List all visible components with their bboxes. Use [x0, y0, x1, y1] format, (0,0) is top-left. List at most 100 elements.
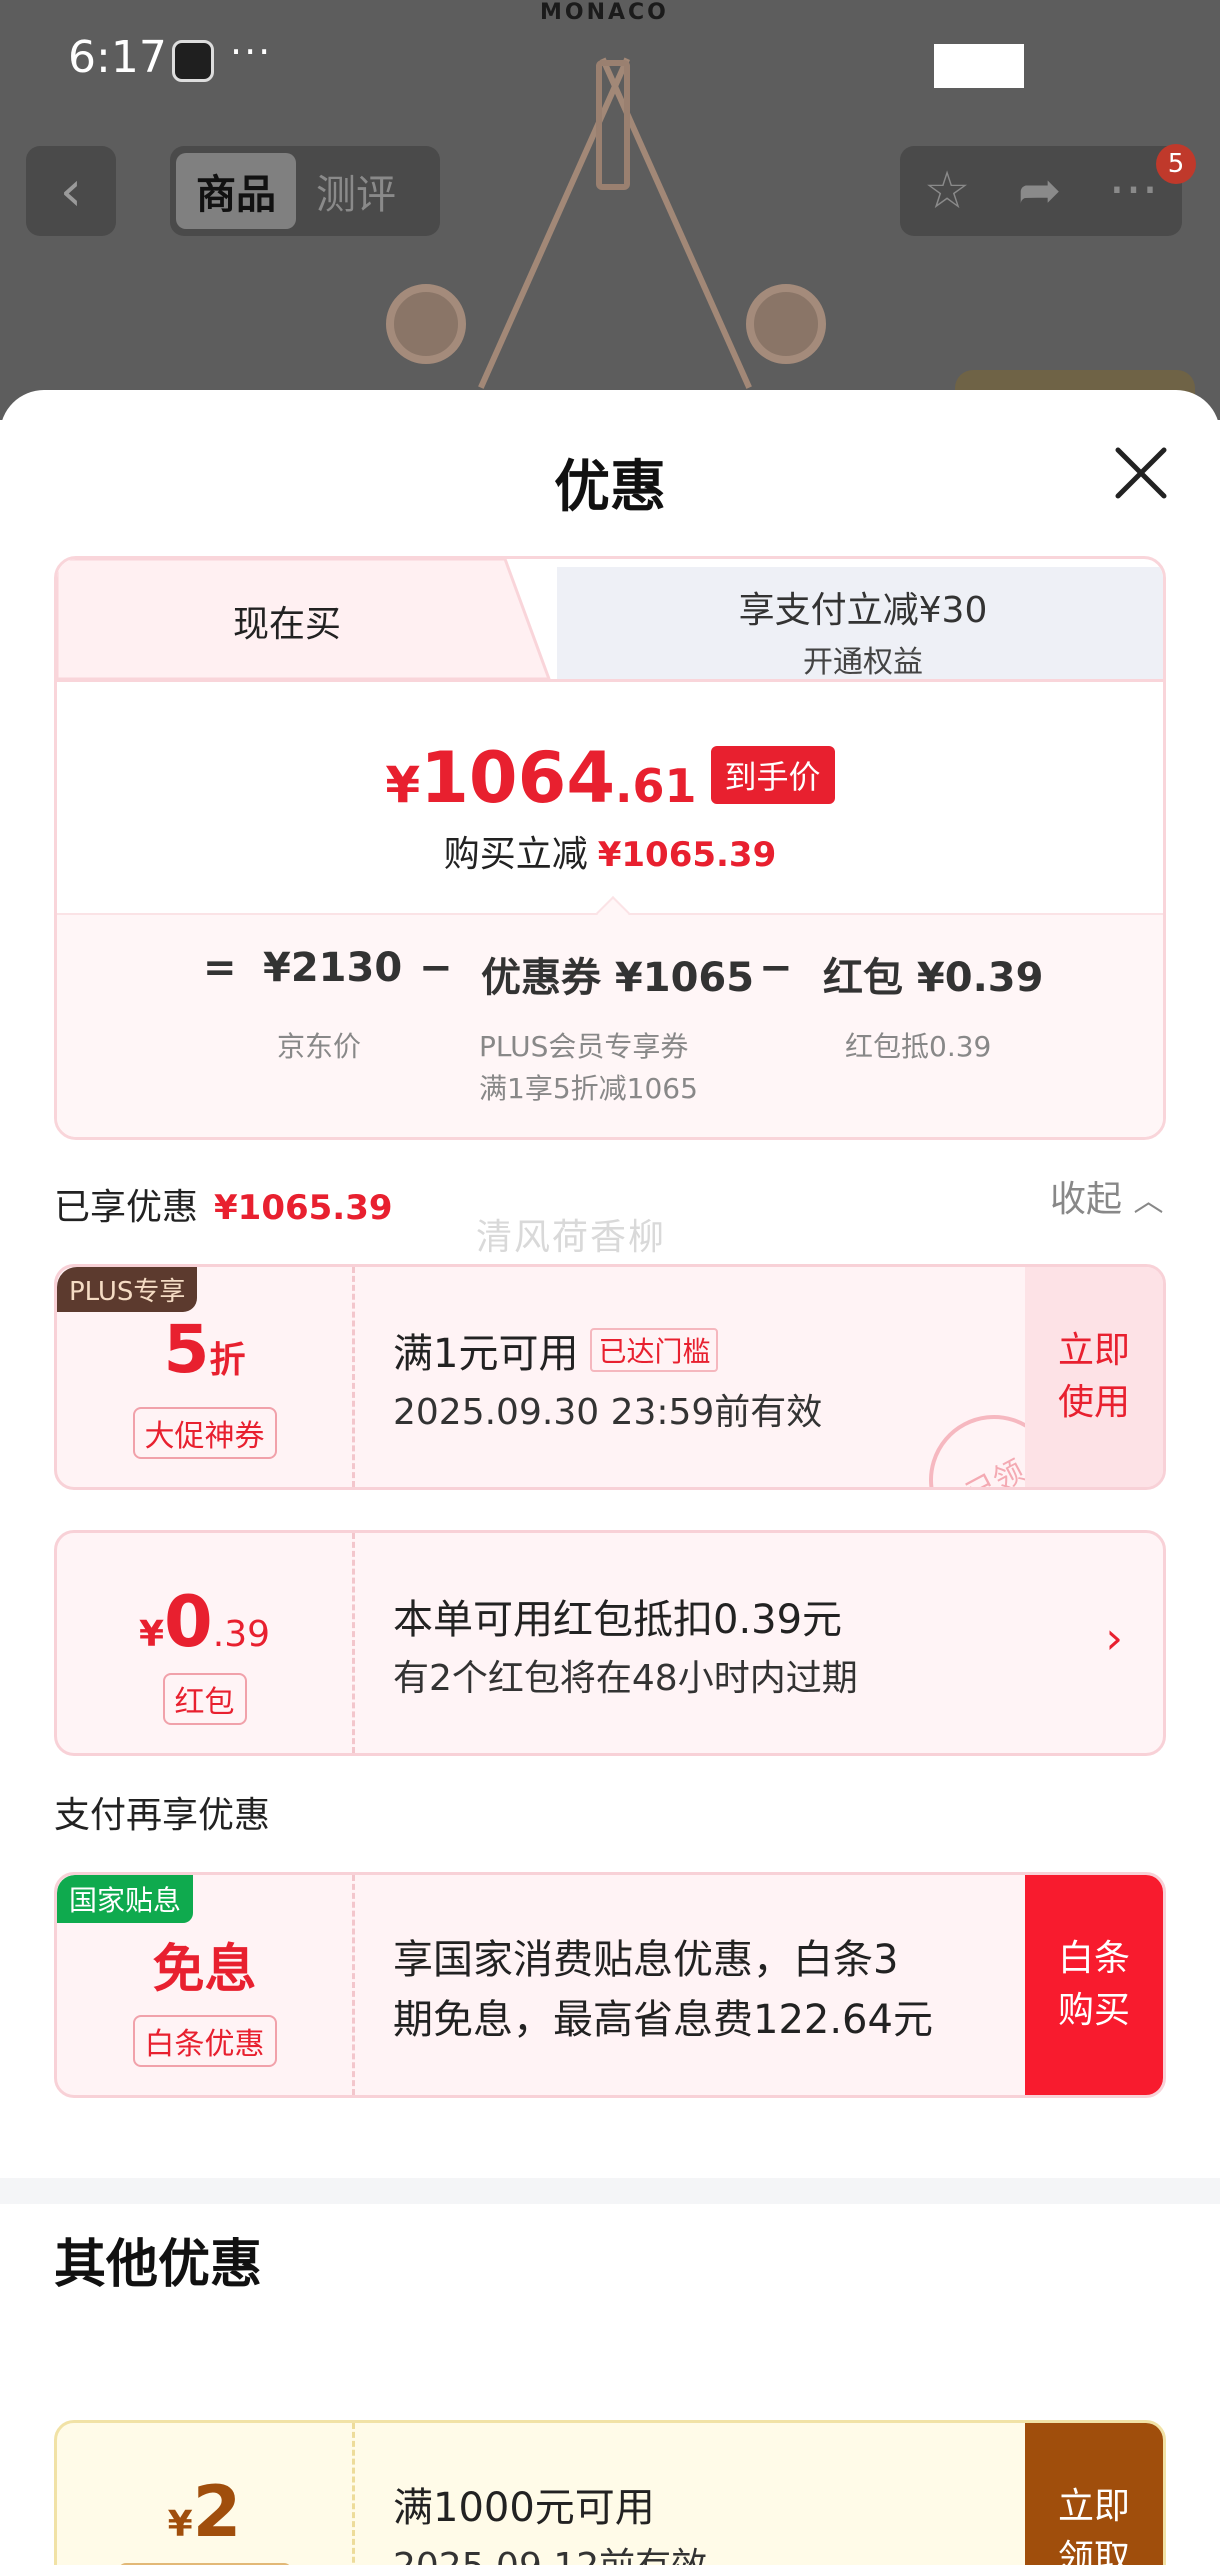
back-button[interactable]: ‹: [26, 146, 116, 236]
gold-yen: ¥: [167, 2504, 193, 2545]
plus-badge: PLUS专享: [57, 1267, 198, 1312]
coupon-desc: PLUS会员专享券: [479, 1030, 689, 1063]
gold-title: 满1000元可用: [393, 2485, 655, 2531]
hongbao-type-tag: 红包: [162, 1673, 247, 1725]
tab-buy-now[interactable]: 现在买: [57, 559, 517, 683]
hongbao-int: 0: [164, 1581, 213, 1663]
coupon-type: 大促神券: [57, 1407, 352, 1459]
nav-actions: ☆ ➦ ···: [900, 146, 1182, 236]
coupon-title-text: 满1元可用: [393, 1331, 579, 1377]
enjoyed-label: 已享优惠: [54, 1187, 199, 1228]
coupon-title: 满1元可用 已达门槛: [393, 1321, 719, 1379]
plus-coupon-card[interactable]: PLUS专享 5折 大促神券 满1元可用 已达门槛 2025.09.30 23:5…: [54, 1264, 1166, 1490]
interest-free-label: 免息: [152, 1940, 257, 2000]
collapse-button[interactable]: 收起 ︿: [1050, 1170, 1163, 1222]
final-price: ¥1064.61 到手价: [57, 737, 1163, 819]
notification-badge: 5: [1156, 144, 1196, 184]
instant-discount: 购买立减 ¥1065.39: [57, 825, 1163, 877]
gold-expire: 2025.09.12前有效: [393, 2537, 707, 2565]
baitiao-left: 国家贴息 免息 白条优惠: [57, 1875, 355, 2095]
more-icon[interactable]: ···: [1109, 161, 1159, 221]
coupon-value: 5折: [57, 1311, 352, 1388]
gold-left: ¥2 小金库支付: [57, 2423, 355, 2565]
price-yen: ¥: [385, 756, 421, 814]
close-icon[interactable]: [1108, 440, 1174, 506]
final-price-tag: 到手价: [710, 746, 835, 804]
instant-discount-label: 购买立减: [443, 834, 588, 875]
offer-sheet: 优惠 享支付立减¥30 开通权益 现在买 ¥1064.61 到手价 购买立减 ¥10…: [0, 390, 1220, 2565]
threshold-tag: 已达门槛: [590, 1328, 719, 1372]
pay-section-label: 支付再享优惠: [54, 1795, 271, 1836]
price-integer: 1064: [420, 737, 616, 819]
hongbao-value: ¥0.39: [57, 1581, 352, 1663]
nav-tabs: 商品 测评: [170, 146, 440, 236]
hongbao-title: 本单可用红包抵扣0.39元: [393, 1597, 843, 1643]
claim-now-label-2: 领取: [1057, 2538, 1130, 2565]
status-more-icon: ···: [230, 30, 273, 74]
state-subsidy-badge: 国家贴息: [57, 1875, 194, 1923]
hongbao-expiry-note: 有2个红包将在48小时内过期: [393, 1658, 858, 1699]
enjoyed-discount: 已享优惠 ¥1065.39: [54, 1178, 393, 1230]
price-breakdown: = ¥2130 京东价 − 优惠券 ¥1065 PLUS会员专享券 满1享5折减…: [57, 896, 1163, 1137]
gold-value: ¥2: [57, 2471, 352, 2553]
jd-price-label: 京东价: [277, 1030, 362, 1063]
hongbao-type: 红包: [57, 1673, 352, 1725]
claim-now-button[interactable]: 立即 领取: [1025, 2423, 1163, 2565]
baitiao-desc-line2: 期免息，最高省息费122.64元: [393, 1997, 933, 2043]
hongbao-left: ¥0.39 红包: [57, 1533, 355, 1753]
chevron-left-icon: ‹: [59, 158, 83, 224]
coupon-expire: 2025.09.30 23:59前有效: [393, 1392, 823, 1433]
share-icon[interactable]: ➦: [1018, 161, 1062, 221]
tab-review[interactable]: 测评: [296, 153, 416, 229]
hongbao-amount: 红包 ¥0.39: [823, 955, 1044, 1001]
tab-product[interactable]: 商品: [176, 153, 296, 229]
other-offers-title: 其他优惠: [54, 2235, 263, 2295]
coupon-type-tag: 大促神券: [132, 1407, 277, 1459]
baitiao-card[interactable]: 国家贴息 免息 白条优惠 享国家消费贴息优惠，白条3 期免息，最高省息费122.…: [54, 1872, 1166, 2098]
use-now-label-1: 立即: [1057, 1330, 1130, 1371]
tab-plus-title: 享支付立减¥30: [738, 590, 988, 631]
enjoyed-value: ¥1065.39: [214, 1188, 393, 1228]
claim-now-label-1: 立即: [1057, 2486, 1130, 2527]
brand-logo: MONACO: [540, 0, 669, 25]
product-image-charm: [386, 284, 466, 364]
instant-discount-value: ¥1065.39: [597, 835, 777, 875]
gold-coupon-card[interactable]: ¥2 小金库支付 满1000元可用 2025.09.12前有效 立即领取: [54, 2420, 1166, 2565]
gold-amount: 2: [192, 2471, 242, 2553]
app-status-icon: [172, 40, 214, 82]
use-now-label-2: 使用: [1057, 1382, 1130, 1423]
baitiao-buy-label-2: 购买: [1057, 1990, 1130, 2031]
baitiao-type: 白条优惠: [57, 2015, 352, 2067]
coupon-amount: 优惠券 ¥1065: [481, 955, 755, 1001]
collapse-label: 收起: [1050, 1179, 1123, 1220]
status-time: 6:17: [68, 32, 167, 83]
hongbao-card[interactable]: ¥0.39 红包 本单可用红包抵扣0.39元 有2个红包将在48小时内过期 ›: [54, 1530, 1166, 1756]
tab-plus-subtitle: 开通权益: [803, 645, 923, 680]
coupon-rule: 满1享5折减1065: [479, 1072, 698, 1105]
jd-price: ¥2130: [263, 945, 403, 991]
chevron-right-icon[interactable]: ›: [1105, 1613, 1123, 1664]
status-indicator: [934, 44, 1024, 88]
baitiao-buy-button[interactable]: 白条 购买: [1025, 1875, 1163, 2095]
equals-sign: =: [203, 945, 237, 991]
baitiao-buy-label-1: 白条: [1057, 1938, 1130, 1979]
use-now-button[interactable]: 立即 使用: [1025, 1267, 1163, 1487]
sheet-title: 优惠: [554, 455, 666, 520]
minus-sign: −: [759, 945, 793, 991]
watermark: 清风荷香柳: [476, 1217, 667, 1258]
coupon-left: PLUS专享 5折 大促神券: [57, 1267, 355, 1487]
tab-plus-payment[interactable]: 享支付立减¥30 开通权益: [557, 567, 1163, 680]
hongbao-yen: ¥: [138, 1614, 165, 1655]
product-image-clasp: [596, 60, 630, 190]
star-icon[interactable]: ☆: [924, 161, 971, 221]
hongbao-desc: 红包抵0.39: [845, 1030, 992, 1063]
breakdown-pointer: [596, 896, 630, 930]
baitiao-desc-line1: 享国家消费贴息优惠，白条3: [393, 1937, 899, 1983]
baitiao-type-tag: 白条优惠: [132, 2015, 277, 2067]
price-summary-card: 享支付立减¥30 开通权益 现在买 ¥1064.61 到手价 购买立减 ¥1065.…: [54, 556, 1166, 1140]
discount-number: 5: [163, 1311, 210, 1388]
price-decimal: .61: [615, 759, 697, 813]
section-divider: [0, 2178, 1220, 2204]
product-image-charm: [746, 284, 826, 364]
discount-unit: 折: [209, 1340, 246, 1381]
